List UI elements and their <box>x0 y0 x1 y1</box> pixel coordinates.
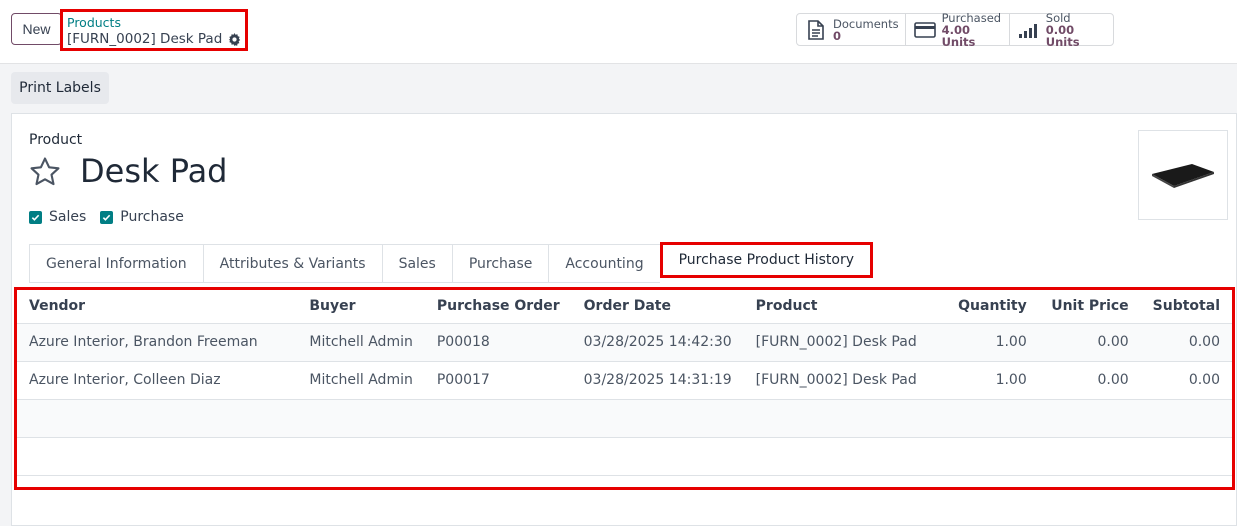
purchase-history-table: Vendor Buyer Purchase Order Order Date P… <box>14 287 1235 490</box>
cell-vendor: Azure Interior, Colleen Diaz <box>17 361 298 400</box>
empty-row <box>17 399 1232 438</box>
breadcrumb-current-label: [FURN_0002] Desk Pad <box>67 31 223 47</box>
empty-row <box>17 437 1232 476</box>
signal-bars-icon <box>1018 19 1040 41</box>
sales-checkbox[interactable] <box>29 210 42 224</box>
column-subtotal[interactable]: Subtotal <box>1140 290 1232 324</box>
sales-checkbox-label: Sales <box>49 209 87 225</box>
table-header-row: Vendor Buyer Purchase Order Order Date P… <box>17 290 1232 324</box>
documents-smart-button[interactable]: Documents 0 <box>797 14 906 45</box>
smart-buttons: Documents 0 Purchased 4.00 Units Sold 0.… <box>796 10 1114 49</box>
purchase-checkbox-label: Purchase <box>120 209 184 225</box>
column-product[interactable]: Product <box>743 290 933 324</box>
product-label: Product <box>29 132 83 148</box>
cell-buyer: Mitchell Admin <box>297 323 425 362</box>
cell-buyer: Mitchell Admin <box>297 361 425 400</box>
gear-icon[interactable] <box>228 33 241 46</box>
tab-general-information[interactable]: General Information <box>29 244 203 283</box>
sales-checkbox-field[interactable]: Sales <box>29 209 86 225</box>
purchase-checkbox[interactable] <box>100 210 114 224</box>
column-purchase-order[interactable]: Purchase Order <box>424 290 572 324</box>
cell-purchase-order: P00017 <box>424 361 572 400</box>
purchased-label: Purchased <box>941 10 1002 25</box>
cell-order-date: 03/28/2025 14:42:30 <box>571 323 744 362</box>
cell-unit-price: 0.00 <box>1038 323 1141 362</box>
document-icon <box>805 19 827 41</box>
column-vendor[interactable]: Vendor <box>17 290 298 324</box>
documents-count: 0 <box>833 28 842 43</box>
cell-quantity: 1.00 <box>932 323 1039 362</box>
new-button[interactable]: New <box>11 13 62 45</box>
breadcrumb-products-link[interactable]: Products <box>67 15 245 31</box>
purchased-value: 4.00 Units <box>941 22 976 49</box>
column-buyer[interactable]: Buyer <box>297 290 425 324</box>
cell-quantity: 1.00 <box>932 361 1039 400</box>
tab-accounting[interactable]: Accounting <box>548 244 660 283</box>
cell-order-date: 03/28/2025 14:31:19 <box>571 361 744 400</box>
column-unit-price[interactable]: Unit Price <box>1038 290 1141 324</box>
tab-purchase-product-history[interactable]: Purchase Product History <box>659 242 874 278</box>
tab-purchase[interactable]: Purchase <box>451 244 549 283</box>
breadcrumb-current: [FURN_0002] Desk Pad <box>67 31 245 48</box>
star-icon[interactable] <box>28 155 62 189</box>
form-tabs: General Information Attributes & Variant… <box>29 242 874 283</box>
cell-unit-price: 0.00 <box>1038 361 1141 400</box>
cell-product: [FURN_0002] Desk Pad <box>743 323 933 362</box>
sold-value: 0.00 Units <box>1045 22 1080 49</box>
table-row[interactable]: Azure Interior, Colleen Diaz Mitchell Ad… <box>17 361 1232 400</box>
credit-card-icon <box>913 19 936 41</box>
column-order-date[interactable]: Order Date <box>571 290 744 324</box>
purchased-smart-button[interactable]: Purchased 4.00 Units <box>906 10 1010 49</box>
product-image[interactable] <box>1138 130 1228 220</box>
cell-subtotal: 0.00 <box>1140 323 1232 362</box>
sold-smart-button[interactable]: Sold 0.00 Units <box>1010 10 1113 49</box>
sold-label: Sold <box>1045 10 1071 25</box>
product-name[interactable]: Desk Pad <box>80 152 227 190</box>
cell-vendor: Azure Interior, Brandon Freeman <box>17 323 298 362</box>
cell-purchase-order: P00018 <box>424 323 572 362</box>
control-panel: New Products [FURN_0002] Desk Pad Docume… <box>0 0 1237 64</box>
table-row[interactable]: Azure Interior, Brandon Freeman Mitchell… <box>17 323 1232 362</box>
cell-subtotal: 0.00 <box>1140 361 1232 400</box>
print-labels-button[interactable]: Print Labels <box>11 72 109 104</box>
product-options: Sales Purchase <box>29 209 198 225</box>
cell-product: [FURN_0002] Desk Pad <box>743 361 933 400</box>
form-sheet: Product Desk Pad Sales Purchase General … <box>11 113 1237 526</box>
tab-attributes-variants[interactable]: Attributes & Variants <box>202 244 382 283</box>
documents-label: Documents <box>833 16 899 31</box>
column-quantity[interactable]: Quantity <box>932 290 1039 324</box>
purchase-checkbox-field[interactable]: Purchase <box>100 209 184 225</box>
tab-sales[interactable]: Sales <box>381 244 452 283</box>
breadcrumb: Products [FURN_0002] Desk Pad <box>60 9 248 51</box>
